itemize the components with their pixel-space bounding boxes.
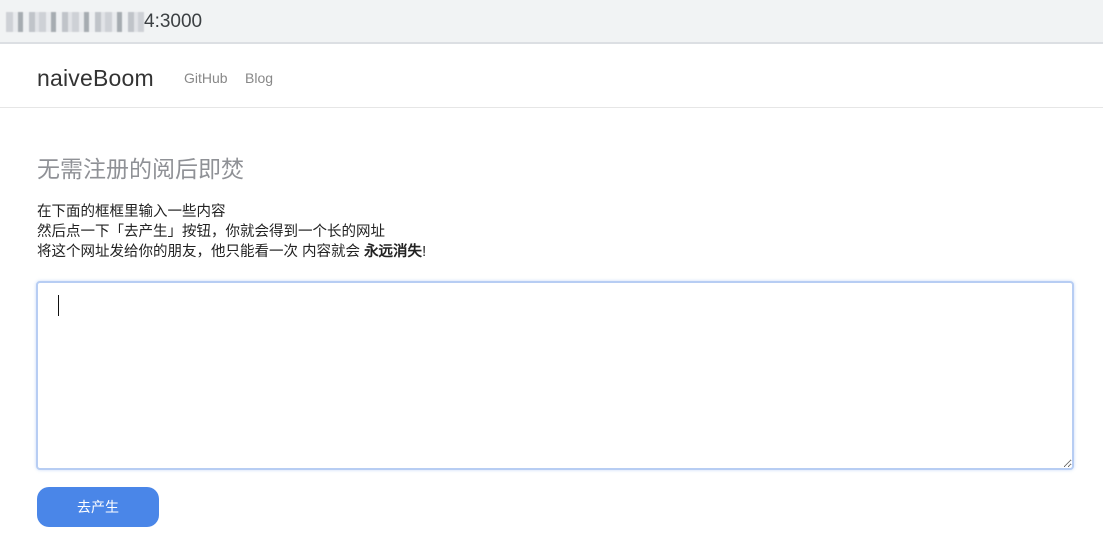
nav-link-blog[interactable]: Blog — [245, 70, 273, 86]
url-port-text: 4:3000 — [144, 11, 203, 32]
instruction-line-3-suffix: ! — [422, 244, 427, 260]
instruction-line-3-text: 将这个网址发给你的朋友，他只能看一次 内容就会 — [37, 244, 365, 260]
url-field[interactable]: 4:3000 — [6, 10, 202, 34]
page-title: 无需注册的阅后即焚 — [37, 156, 244, 182]
content-input-wrapper — [36, 281, 1074, 470]
instructions: 在下面的框框里输入一些内容 然后点一下「去产生」按钮，你就会得到一个长的网址 将… — [37, 202, 426, 262]
instruction-line-3: 将这个网址发给你的朋友，他只能看一次 内容就会 永远消失! — [37, 242, 426, 262]
instruction-line-1: 在下面的框框里输入一些内容 — [37, 204, 226, 220]
generate-button[interactable]: 去产生 — [37, 487, 159, 527]
text-caret — [58, 295, 59, 316]
redacted-host — [6, 12, 144, 32]
instruction-line-2: 然后点一下「去产生」按钮，你就会得到一个长的网址 — [37, 224, 385, 240]
browser-address-bar[interactable]: 4:3000 — [0, 0, 1103, 44]
content-input[interactable] — [36, 281, 1074, 470]
nav-link-github[interactable]: GitHub — [184, 70, 228, 86]
instruction-emphasis: 永远消失 — [364, 244, 423, 260]
brand-logo[interactable]: naiveBoom — [37, 65, 154, 92]
navbar: naiveBoom GitHub Blog — [0, 50, 1103, 108]
